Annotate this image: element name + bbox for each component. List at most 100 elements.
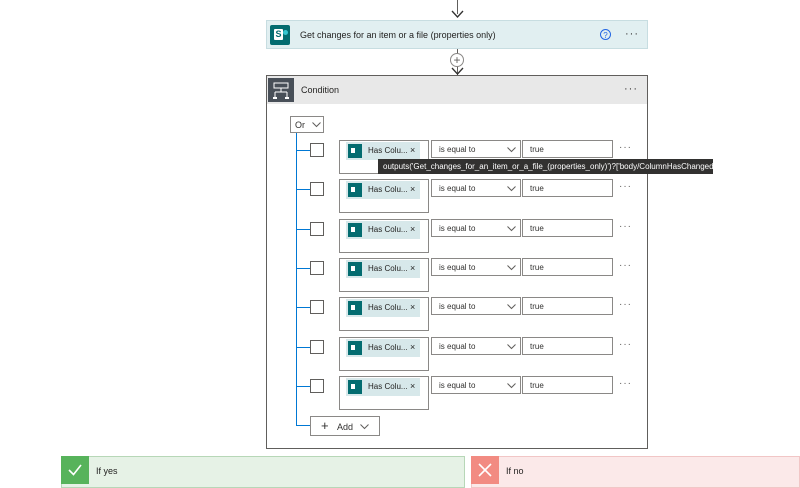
add-condition-button[interactable]: + Add: [310, 416, 380, 436]
row-select-checkbox[interactable]: [310, 182, 324, 196]
chevron-down-icon: [312, 122, 321, 128]
tree-branch: [296, 386, 310, 387]
condition-value: true: [530, 263, 544, 272]
action-card-get-changes[interactable]: S Get changes for an item or a file (pro…: [266, 20, 648, 49]
token-remove-button[interactable]: ×: [410, 224, 415, 234]
token-remove-button[interactable]: ×: [410, 342, 415, 352]
condition-value: true: [530, 342, 544, 351]
token-remove-button[interactable]: ×: [410, 145, 415, 155]
condition-more-button[interactable]: ···: [624, 83, 638, 95]
condition-value-input[interactable]: true: [522, 258, 613, 276]
dynamic-content-token[interactable]: Has Colu... ×: [346, 142, 420, 160]
chevron-down-icon: [507, 304, 516, 310]
token-remove-button[interactable]: ×: [410, 184, 415, 194]
tree-branch: [296, 229, 310, 230]
token-remove-button[interactable]: ×: [410, 381, 415, 391]
chevron-down-icon: [360, 424, 369, 430]
condition-value-input[interactable]: true: [522, 297, 613, 315]
condition-value: true: [530, 224, 544, 233]
chevron-down-icon: [507, 265, 516, 271]
operator-value: is equal to: [439, 342, 476, 351]
dynamic-content-token[interactable]: Has Colu... ×: [346, 378, 420, 396]
operator-value: is equal to: [439, 381, 476, 390]
row-select-checkbox[interactable]: [310, 222, 324, 236]
operator-dropdown[interactable]: is equal to: [431, 140, 521, 158]
if-yes-branch[interactable]: If yes: [61, 456, 465, 488]
condition-value-input[interactable]: true: [522, 337, 613, 355]
row-select-checkbox[interactable]: [310, 340, 324, 354]
row-more-button[interactable]: ···: [619, 339, 632, 350]
row-more-button[interactable]: ···: [619, 260, 632, 271]
condition-left-field[interactable]: Has Colu... ×: [339, 376, 429, 410]
if-no-branch[interactable]: If no: [471, 456, 800, 488]
action-more-button[interactable]: ···: [625, 28, 639, 40]
dynamic-content-token[interactable]: Has Colu... ×: [346, 181, 420, 199]
token-label: Has Colu...: [368, 343, 408, 352]
add-icon: +: [321, 418, 329, 433]
operator-dropdown[interactable]: is equal to: [431, 297, 521, 315]
condition-value-input[interactable]: true: [522, 376, 613, 394]
help-icon[interactable]: ?: [600, 29, 611, 40]
row-more-button[interactable]: ···: [619, 181, 632, 192]
row-more-button[interactable]: ···: [619, 221, 632, 232]
condition-left-field[interactable]: Has Colu... ×: [339, 179, 429, 213]
dynamic-content-token[interactable]: Has Colu... ×: [346, 339, 420, 357]
operator-value: is equal to: [439, 184, 476, 193]
condition-left-field[interactable]: Has Colu... ×: [339, 219, 429, 253]
chevron-down-icon: [507, 344, 516, 350]
row-select-checkbox[interactable]: [310, 379, 324, 393]
close-icon: [471, 456, 499, 484]
token-label: Has Colu...: [368, 225, 408, 234]
token-tooltip: outputs('Get_changes_for_an_item_or_a_fi…: [378, 159, 713, 174]
action-title: Get changes for an item or a file (prope…: [300, 30, 496, 40]
condition-value: true: [530, 302, 544, 311]
condition-value-input[interactable]: true: [522, 219, 613, 237]
row-more-button[interactable]: ···: [619, 142, 632, 153]
condition-title: Condition: [301, 85, 340, 95]
tree-branch: [296, 268, 310, 269]
token-remove-button[interactable]: ×: [410, 302, 415, 312]
sharepoint-icon: [348, 183, 362, 197]
condition-value-input[interactable]: true: [522, 179, 613, 197]
if-no-label: If no: [506, 466, 524, 476]
row-select-checkbox[interactable]: [310, 261, 324, 275]
tree-branch: [296, 150, 310, 151]
tree-branch: [296, 347, 310, 348]
checkmark-icon: [61, 456, 89, 484]
operator-value: is equal to: [439, 224, 476, 233]
tree-branch: [296, 307, 310, 308]
chevron-down-icon: [507, 186, 516, 192]
chevron-down-icon: [507, 147, 516, 153]
dynamic-content-token[interactable]: Has Colu... ×: [346, 260, 420, 278]
condition-value: true: [530, 381, 544, 390]
token-remove-button[interactable]: ×: [410, 263, 415, 273]
condition-left-field[interactable]: Has Colu... ×: [339, 337, 429, 371]
row-select-checkbox[interactable]: [310, 143, 324, 157]
condition-value-input[interactable]: true: [522, 140, 613, 158]
tree-connector: [296, 133, 297, 425]
condition-left-field[interactable]: Has Colu... ×: [339, 258, 429, 292]
insert-step-plus-icon[interactable]: +: [450, 53, 464, 67]
row-more-button[interactable]: ···: [619, 299, 632, 310]
add-label: Add: [337, 422, 354, 432]
operator-dropdown[interactable]: is equal to: [431, 258, 521, 276]
operator-dropdown[interactable]: is equal to: [431, 337, 521, 355]
operator-value: is equal to: [439, 263, 476, 272]
token-label: Has Colu...: [368, 264, 408, 273]
sharepoint-icon: [348, 262, 362, 276]
operator-dropdown[interactable]: is equal to: [431, 376, 521, 394]
chevron-down-icon: [507, 383, 516, 389]
operator-dropdown[interactable]: is equal to: [431, 219, 521, 237]
row-select-checkbox[interactable]: [310, 300, 324, 314]
token-label: Has Colu...: [368, 382, 408, 391]
tree-branch: [296, 189, 310, 190]
row-more-button[interactable]: ···: [619, 378, 632, 389]
condition-left-field[interactable]: Has Colu... ×: [339, 297, 429, 331]
sharepoint-icon: [348, 223, 362, 237]
operator-dropdown[interactable]: is equal to: [431, 179, 521, 197]
dynamic-content-token[interactable]: Has Colu... ×: [346, 221, 420, 239]
condition-header[interactable]: Condition ···: [267, 76, 647, 104]
dynamic-content-token[interactable]: Has Colu... ×: [346, 299, 420, 317]
condition-value: true: [530, 184, 544, 193]
group-operator-dropdown[interactable]: Or: [290, 116, 324, 133]
